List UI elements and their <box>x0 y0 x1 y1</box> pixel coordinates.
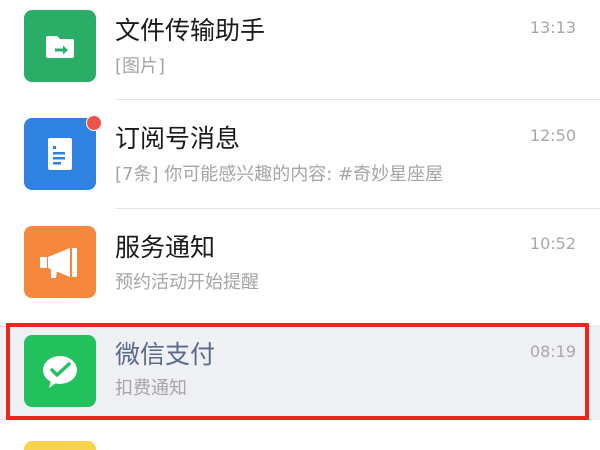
chat-item-wechat-pay[interactable]: 微信支付 扣费通知 08:19 <box>0 325 600 420</box>
chat-title: 微信支付 <box>115 340 216 369</box>
unread-dot <box>86 115 102 131</box>
document-icon <box>24 118 96 190</box>
chat-preview: [7条] 你可能感兴趣的内容: #奇妙星座屋 <box>115 164 444 185</box>
chat-time: 08:19 <box>529 342 576 361</box>
folder-transfer-icon <box>24 10 96 82</box>
wechat-pay-icon <box>24 335 96 407</box>
chat-time: 13:13 <box>529 18 576 37</box>
chat-title: 订阅号消息 <box>115 124 241 153</box>
megaphone-icon <box>24 226 96 298</box>
chat-time: 12:50 <box>529 126 576 145</box>
partial-avatar <box>24 441 96 450</box>
chat-item-subscriptions[interactable]: 订阅号消息 [7条] 你可能感兴趣的内容: #奇妙星座屋 12:50 <box>0 100 600 209</box>
chat-preview: 扣费通知 <box>115 378 187 399</box>
chat-title: 服务通知 <box>115 233 216 262</box>
chat-list-screen: 文件传输助手 [图片] 13:13 订阅号消息 [7条] 你可能感兴趣的内容: … <box>0 0 600 450</box>
chat-title: 文件传输助手 <box>115 16 266 45</box>
chat-item-service-notifications[interactable]: 服务通知 预约活动开始提醒 10:52 <box>0 209 600 317</box>
chat-time: 10:52 <box>529 234 576 253</box>
chat-item-next-partial[interactable] <box>0 420 600 450</box>
chat-item-file-transfer[interactable]: 文件传输助手 [图片] 13:13 <box>0 0 600 100</box>
chat-preview: 预约活动开始提醒 <box>115 272 259 293</box>
chat-preview: [图片] <box>115 56 166 77</box>
